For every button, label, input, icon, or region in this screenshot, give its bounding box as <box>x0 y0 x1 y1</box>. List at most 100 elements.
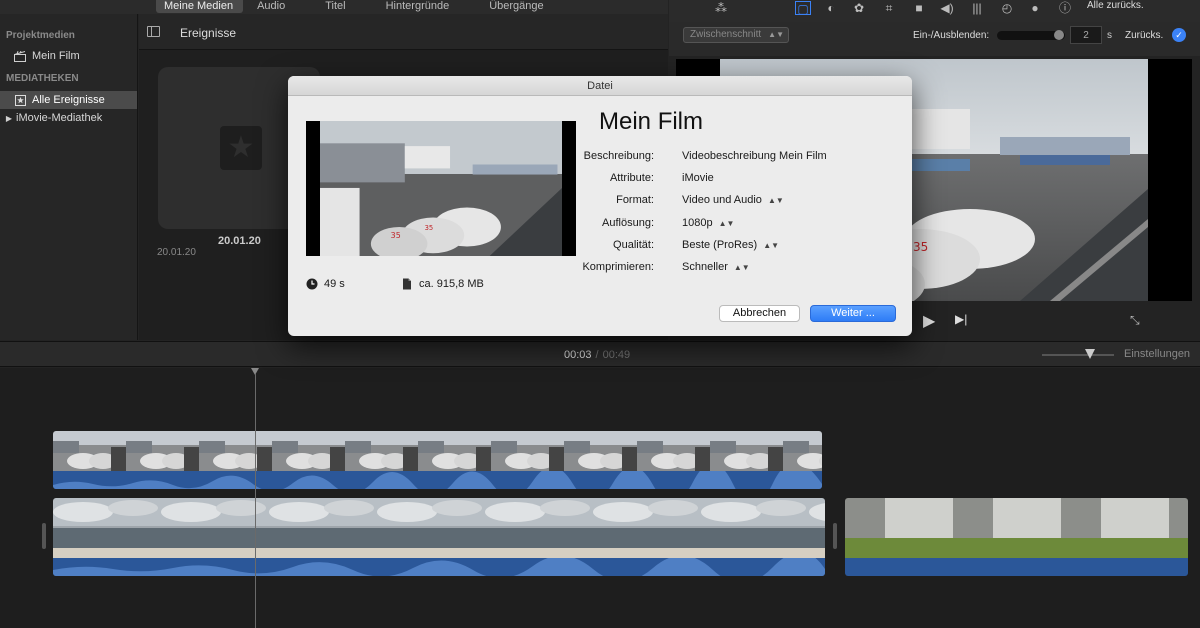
camera-icon[interactable]: ■ <box>911 1 927 15</box>
timeline-settings-button[interactable]: Einstellungen <box>1124 348 1190 360</box>
timeline-clip-wall[interactable] <box>845 498 1188 576</box>
adjustment-bar: Zwischenschnitt ▲▼ Ein-/Ausblenden: 2 s … <box>669 22 1200 56</box>
transition-select[interactable]: Zwischenschnitt ▲▼ <box>683 27 789 43</box>
skip-forward-icon[interactable]: ▶| <box>955 312 967 326</box>
resolution-select-value: 1080p <box>682 217 713 229</box>
sidebar-item-alle-ereignisse[interactable]: Alle Ereignisse <box>0 91 137 109</box>
field-label: Komprimieren: <box>582 261 654 273</box>
tab-titel[interactable]: Titel <box>317 0 355 13</box>
browser-header: Ereignisse <box>139 14 668 50</box>
field-compression: Komprimieren: Schneller ▲▼ <box>548 259 888 277</box>
chevron-updown-icon: ▲▼ <box>763 241 780 250</box>
sidebar-toggle-icon[interactable] <box>147 26 160 37</box>
clip-audio-waveform <box>845 558 1188 576</box>
color-palette-icon[interactable]: ✿ <box>851 1 867 15</box>
slider-knob[interactable] <box>1085 349 1095 359</box>
fade-duration-input[interactable]: 2 <box>1070 26 1102 44</box>
continue-button[interactable]: Weiter ... <box>810 305 896 322</box>
clip-filmstrip <box>845 498 1188 558</box>
chevron-updown-icon: ▲▼ <box>733 263 750 272</box>
size-stat: ca. 915,8 MB <box>401 278 484 290</box>
clapperboard-icon <box>14 50 26 62</box>
magic-wand-icon[interactable]: ⁂ <box>713 1 729 15</box>
sidebar-item-imovie-mediathek[interactable]: ▶ iMovie-Mediathek <box>0 109 137 127</box>
time-separator: / <box>595 349 599 361</box>
timeline-clip-harbor[interactable] <box>53 431 822 489</box>
field-label: Attribute: <box>609 172 654 184</box>
field-attributes: Attribute: iMovie <box>548 170 888 188</box>
clip-filmstrip <box>53 498 825 558</box>
viewer-toolbar: ⁂ ▢ ◐ ✿ ⌗ ■ ◀) ||| ◴ ● ⓘ Alle zurücks. <box>669 0 1200 22</box>
field-label: Beschreibung: <box>583 150 654 162</box>
library-sidebar: Projektmedien Mein Film MEDIATHEKEN Alle… <box>0 14 138 340</box>
color-balance-icon[interactable]: ◐ <box>823 1 839 15</box>
sidebar-item-label: Alle Ereignisse <box>32 94 105 106</box>
clip-trim-handle[interactable] <box>42 523 46 549</box>
field-description: Beschreibung: Videobeschreibung Mein Fil… <box>548 148 888 166</box>
timeline-zoom-slider[interactable] <box>1042 349 1114 359</box>
field-format: Format: Video und Audio ▲▼ <box>548 192 888 210</box>
chevron-updown-icon: ▲▼ <box>767 196 784 205</box>
reset-all-button[interactable]: Alle zurücks. <box>1087 0 1144 11</box>
description-input[interactable]: Videobeschreibung Mein Film <box>682 150 827 162</box>
fade-unit: s <box>1107 30 1112 41</box>
field-label: Qualität: <box>613 239 654 251</box>
duration-value: 49 s <box>324 278 345 290</box>
speed-icon[interactable]: ◴ <box>999 1 1015 15</box>
field-quality: Qualität: Beste (ProRes) ▲▼ <box>548 237 888 255</box>
compression-select[interactable]: Schneller ▲▼ <box>682 261 750 273</box>
disclosure-triangle-icon[interactable]: ▶ <box>5 113 13 124</box>
share-file-dialog: Datei 35 35 49 s ca. 915,8 MB Mein Film <box>288 76 912 336</box>
svg-text:35: 35 <box>391 231 401 240</box>
info-icon[interactable]: ⓘ <box>1057 1 1073 15</box>
format-select-value: Video und Audio <box>682 194 762 206</box>
size-value: ca. 915,8 MB <box>419 278 484 290</box>
tab-hintergruende[interactable]: Hintergründe <box>378 0 460 13</box>
resolution-select[interactable]: 1080p ▲▼ <box>682 217 734 229</box>
attributes-input[interactable]: iMovie <box>682 172 714 184</box>
filter-icon[interactable]: ● <box>1027 1 1043 15</box>
checkmark-icon[interactable]: ✓ <box>1172 28 1186 42</box>
cancel-button[interactable]: Abbrechen <box>719 305 800 322</box>
speaker-icon[interactable]: ◀) <box>939 1 955 15</box>
section-libraries: MEDIATHEKEN <box>6 73 79 84</box>
chevron-updown-icon: ▲▼ <box>718 219 735 228</box>
reset-button[interactable]: Zurücks. <box>1125 30 1163 41</box>
crop-icon[interactable]: ⌗ <box>881 1 897 15</box>
clip-trim-handle[interactable] <box>833 523 837 549</box>
tab-uebergaenge[interactable]: Übergänge <box>481 0 553 13</box>
fade-slider[interactable] <box>997 30 1065 40</box>
field-label: Auflösung: <box>602 217 654 229</box>
fullscreen-icon[interactable]: ⤡ <box>1130 313 1140 328</box>
tab-audio[interactable]: Audio <box>249 0 295 13</box>
timeline[interactable] <box>0 368 1200 628</box>
sidebar-item-label: iMovie-Mediathek <box>16 112 103 124</box>
quality-select-value: Beste (ProRes) <box>682 239 758 251</box>
timeline-clip-beach[interactable] <box>53 498 825 576</box>
browser-title: Ereignisse <box>180 26 237 40</box>
star-icon: ★ <box>220 126 262 170</box>
media-tab-bar: Meine Medien Audio Titel Hintergründe Üb… <box>0 0 668 14</box>
tab-meine-medien[interactable]: Meine Medien <box>156 0 244 13</box>
quality-select[interactable]: Beste (ProRes) ▲▼ <box>682 239 779 251</box>
timecode: 00:03/00:49 <box>564 349 630 361</box>
svg-text:35: 35 <box>425 224 434 232</box>
dialog-heading: Mein Film <box>599 108 704 135</box>
svg-text:35: 35 <box>913 240 928 254</box>
format-select[interactable]: Video und Audio ▲▼ <box>682 194 784 206</box>
play-icon[interactable]: ▶ <box>923 311 935 331</box>
slider-knob[interactable] <box>1054 30 1064 40</box>
equalizer-icon[interactable]: ||| <box>969 1 985 15</box>
sidebar-item-mein-film[interactable]: Mein Film <box>0 47 137 65</box>
playhead[interactable] <box>255 374 256 628</box>
star-icon <box>14 94 26 106</box>
chevron-updown-icon: ▲▼ <box>768 30 784 39</box>
crop-frame-icon[interactable]: ▢ <box>795 1 811 16</box>
fade-label: Ein-/Ausblenden: <box>913 30 990 41</box>
event-date: 20.01.20 <box>157 247 196 258</box>
transition-select-value: Zwischenschnitt <box>690 29 762 40</box>
timeline-header: 00:03/00:49 Einstellungen <box>0 341 1200 367</box>
sidebar-item-label: Mein Film <box>32 50 80 62</box>
document-icon <box>401 278 413 290</box>
field-resolution: Auflösung: 1080p ▲▼ <box>548 215 888 233</box>
